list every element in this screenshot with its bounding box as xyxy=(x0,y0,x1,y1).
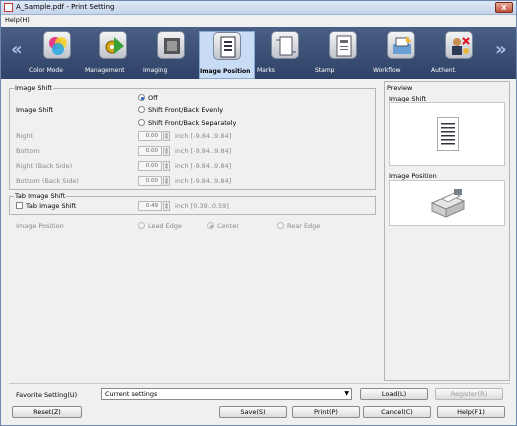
tab-label: Management xyxy=(85,67,125,74)
group-label: Image Shift xyxy=(14,84,54,92)
group-label: Tab Image Shift xyxy=(14,192,67,200)
right-back-label: Right (Back Side) xyxy=(16,162,73,170)
title-bar[interactable]: A_Sample.pdf - Print Setting X xyxy=(1,1,516,15)
bottom-back-label: Bottom (Back Side) xyxy=(16,177,79,185)
right-label: Right xyxy=(16,132,34,140)
load-button[interactable]: Load(L) xyxy=(360,388,428,400)
tab-workflow[interactable]: Workflow xyxy=(373,31,429,79)
register-button[interactable]: Register(R) xyxy=(435,388,503,400)
bottom-stepper[interactable]: ▲ ▼ xyxy=(163,146,170,156)
favorite-setting-label: Favorite Setting(U) xyxy=(16,391,78,399)
right-back-input[interactable]: 0.00 xyxy=(138,161,162,171)
tab-marks[interactable]: Marks xyxy=(257,31,313,79)
printer-icon xyxy=(430,189,466,218)
tab-label: Color Mode xyxy=(29,67,63,74)
right-stepper[interactable]: ▲ ▼ xyxy=(163,131,170,141)
print-setting-window: A_Sample.pdf - Print Setting X Help(H) «… xyxy=(0,0,517,426)
image-position-preview xyxy=(389,180,505,226)
preview-label: Preview xyxy=(387,84,413,92)
tab-image-shift-checkbox[interactable] xyxy=(16,202,23,209)
print-button[interactable]: Print(P) xyxy=(292,406,360,418)
radio-shift-evenly-label: Shift Front/Back Evenly xyxy=(148,106,224,114)
pdf-icon xyxy=(4,3,13,12)
tab-color-mode[interactable]: Color Mode xyxy=(29,31,85,79)
preview-image-position-label: Image Position xyxy=(389,172,437,180)
scroll-right-icon[interactable]: » xyxy=(495,39,507,60)
help-button[interactable]: Help(F1) xyxy=(437,406,505,418)
image-shift-preview xyxy=(389,102,505,166)
right-input[interactable]: 0.00 xyxy=(138,131,162,141)
imaging-icon xyxy=(157,31,185,59)
save-button[interactable]: Save(S) xyxy=(219,406,287,418)
radio-shift-separately-label: Shift Front/Back Separately xyxy=(148,119,237,127)
scroll-left-icon[interactable]: « xyxy=(11,39,23,60)
tab-stamp[interactable]: Stamp xyxy=(315,31,371,79)
favorite-setting-select[interactable]: Current settings ▼ xyxy=(101,388,352,400)
radio-rear-edge[interactable] xyxy=(277,222,284,229)
cancel-button[interactable]: Cancel(C) xyxy=(363,406,431,418)
menu-help[interactable]: Help(H) xyxy=(5,16,30,24)
separator xyxy=(9,383,510,384)
close-button[interactable]: X xyxy=(495,2,513,13)
radio-off[interactable] xyxy=(138,94,145,101)
right-back-range: inch [-9.84..9.84] xyxy=(175,162,232,170)
radio-rear-edge-label: Rear Edge xyxy=(287,222,321,230)
tab-label: Workflow xyxy=(373,67,401,74)
radio-off-label: Off xyxy=(148,94,158,102)
bottom-back-input[interactable]: 0.00 xyxy=(138,176,162,186)
function-toolbar: « Color Mode Management Imaging Image Po… xyxy=(1,27,516,79)
preview-panel: Preview Image Shift Image Position xyxy=(384,81,510,381)
stamp-icon xyxy=(329,31,357,59)
radio-shift-separately[interactable] xyxy=(138,119,145,126)
tab-label: Authent. xyxy=(431,67,457,74)
bottom-back-stepper[interactable]: ▲ ▼ xyxy=(163,176,170,186)
authentication-icon xyxy=(445,31,473,59)
tab-label: Imaging xyxy=(143,67,168,74)
tab-management[interactable]: Management xyxy=(85,31,141,79)
document-page-icon xyxy=(437,117,459,151)
tab-imaging[interactable]: Imaging xyxy=(143,31,199,79)
tab-image-shift-checkbox-label: Tab Image Shift xyxy=(26,202,77,210)
right-range: inch [-9.84..9.84] xyxy=(175,132,232,140)
radio-shift-evenly[interactable] xyxy=(138,106,145,113)
radio-lead-edge[interactable] xyxy=(138,222,145,229)
right-back-stepper[interactable]: ▲ ▼ xyxy=(163,161,170,171)
workflow-icon xyxy=(387,31,415,59)
radio-lead-edge-label: Lead Edge xyxy=(148,222,183,230)
favorite-setting-value: Current settings xyxy=(105,390,158,398)
management-icon xyxy=(99,31,127,59)
bottom-label: Bottom xyxy=(16,147,40,155)
chevron-down-icon: ▼ xyxy=(344,390,349,397)
menu-bar: Help(H) xyxy=(1,15,516,26)
tab-label: Marks xyxy=(257,67,275,74)
tab-authentication[interactable]: Authent. xyxy=(431,31,487,79)
tab-label: Image Position xyxy=(200,68,251,75)
radio-center[interactable] xyxy=(207,222,214,229)
tab-shift-input[interactable]: 0.49 xyxy=(138,201,162,211)
image-position-icon xyxy=(213,32,241,60)
image-shift-label: Image Shift xyxy=(16,106,54,114)
tab-shift-range: inch [0.39..0.59] xyxy=(175,202,229,210)
marks-icon xyxy=(271,31,299,59)
radio-center-label: Center xyxy=(217,222,239,230)
bottom-range: inch [-9.84..9.84] xyxy=(175,147,232,155)
tab-image-position[interactable]: Image Position xyxy=(199,31,255,79)
bottom-back-range: inch [-9.84..9.84] xyxy=(175,177,232,185)
bottom-input[interactable]: 0.00 xyxy=(138,146,162,156)
reset-button[interactable]: Reset(Z) xyxy=(12,406,82,418)
tab-shift-stepper[interactable]: ▲ ▼ xyxy=(163,201,170,211)
tab-label: Stamp xyxy=(315,67,335,74)
window-title: A_Sample.pdf - Print Setting xyxy=(16,3,115,11)
color-mode-icon xyxy=(43,31,71,59)
image-position-label: Image Position xyxy=(16,222,64,230)
